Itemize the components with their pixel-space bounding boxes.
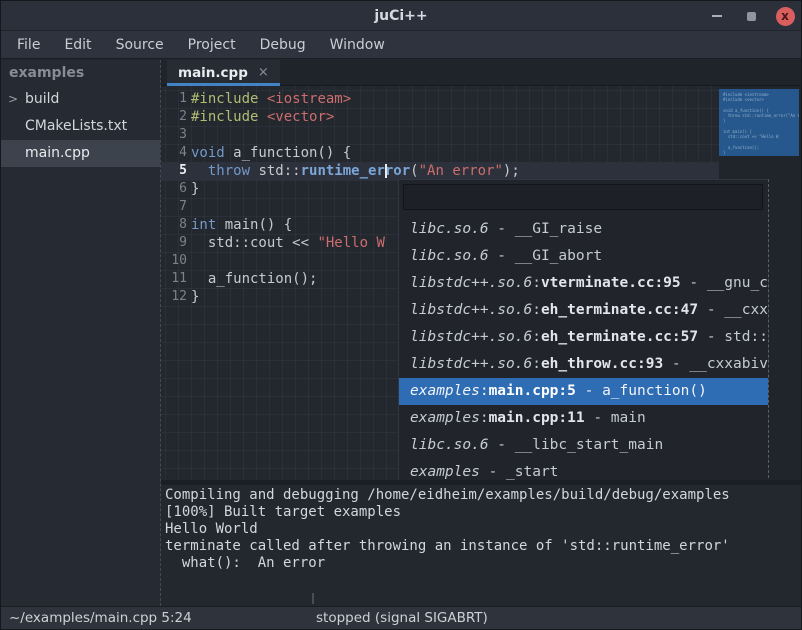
tabbar: main.cpp × [161,60,801,86]
code-editor[interactable]: 123456789101112 #include <iostream>#incl… [161,86,801,480]
tree-item-main-cpp[interactable]: main.cpp [1,140,160,167]
tab-main-cpp[interactable]: main.cpp × [167,60,280,85]
window-controls: x [707,1,795,31]
tab-label: main.cpp [178,65,248,81]
menu-item-source[interactable]: Source [104,31,176,59]
backtrace-item[interactable]: libstdc++.so.6:eh_throw.cc:93 - __cxxabi… [399,351,768,378]
restore-button[interactable] [741,6,761,26]
line-number-gutter: 123456789101112 [161,90,187,306]
tab-close-icon[interactable]: × [258,65,269,80]
code-line-3 [191,126,520,144]
menu-item-project[interactable]: Project [176,31,248,59]
titlebar[interactable]: juCi++ x [1,1,801,31]
restore-icon [747,12,756,21]
tree-item-cmakelists-txt[interactable]: CMakeLists.txt [1,113,160,140]
backtrace-item[interactable]: examples:main.cpp:5 - a_function() [399,378,768,405]
backtrace-item[interactable]: libstdc++.so.6:eh_terminate.cc:57 - std:… [399,324,768,351]
backtrace-item[interactable]: examples - _start [399,459,768,480]
statusbar: ~/examples/main.cpp 5:24 stopped (signal… [1,606,801,629]
code-line-5: throw std::runtime_error("An error"); [191,162,520,180]
backtrace-item[interactable]: examples:main.cpp:11 - main [399,405,768,432]
chevron-right-icon[interactable]: > [8,86,22,113]
tree-item-label: main.cpp [25,145,90,161]
backtrace-item[interactable]: libc.so.6 - __GI_abort [399,243,768,270]
menu-item-edit[interactable]: Edit [52,31,103,59]
menu-item-file[interactable]: File [5,31,52,59]
terminal-output[interactable]: Compiling and debugging /home/eidheim/ex… [161,485,801,606]
editor-pane: main.cpp × 123456789101112 #include <ios… [161,60,801,606]
backtrace-popup: libc.so.6 - __GI_raiselibc.so.6 - __GI_a… [398,179,769,480]
minimize-icon [712,15,722,17]
status-file-location: ~/examples/main.cpp 5:24 [9,607,192,629]
terminal-text: Compiling and debugging /home/eidheim/ex… [165,487,801,572]
menubar: FileEditSourceProjectDebugWindow [1,31,801,59]
minimap-code-preview: #include <iostream> #include <vector> vo… [723,92,795,156]
code-line-2: #include <vector> [191,108,520,126]
code-line-4: void a_function() { [191,144,520,162]
close-button[interactable]: x [775,6,795,26]
content-area: examples >build CMakeLists.txt main.cpp ma… [1,60,801,606]
backtrace-item[interactable]: libc.so.6 - __GI_raise [399,216,768,243]
backtrace-item[interactable]: libstdc++.so.6:vterminate.cc:95 - __gnu_… [399,270,768,297]
project-name-header: examples [1,60,160,86]
backtrace-search-input[interactable] [403,184,763,210]
code-line-1: #include <iostream> [191,90,520,108]
backtrace-item[interactable]: libc.so.6 - __libc_start_main [399,432,768,459]
file-tree-sidebar[interactable]: examples >build CMakeLists.txt main.cpp [1,60,161,606]
backtrace-list: libc.so.6 - __GI_raiselibc.so.6 - __GI_a… [399,216,768,480]
minimap-visible-region: #include <iostream> #include <vector> vo… [719,89,799,156]
text-cursor [385,164,387,178]
menu-item-debug[interactable]: Debug [248,31,318,59]
file-tree: >build CMakeLists.txt main.cpp [1,86,160,167]
paned-handle[interactable] [312,593,314,604]
backtrace-item[interactable]: libstdc++.so.6:eh_terminate.cc:47 - __cx… [399,297,768,324]
app-window: juCi++ x FileEditSourceProjectDebugWindo… [0,0,802,630]
tree-item-label: CMakeLists.txt [25,118,127,134]
tree-item-label: build [25,91,59,107]
minimize-button[interactable] [707,6,727,26]
close-icon: x [776,7,795,26]
status-debug-state: stopped (signal SIGABRT) [316,607,488,629]
menu-item-window[interactable]: Window [318,31,397,59]
window-title: juCi++ [1,1,801,31]
tree-item-build[interactable]: >build [1,86,160,113]
